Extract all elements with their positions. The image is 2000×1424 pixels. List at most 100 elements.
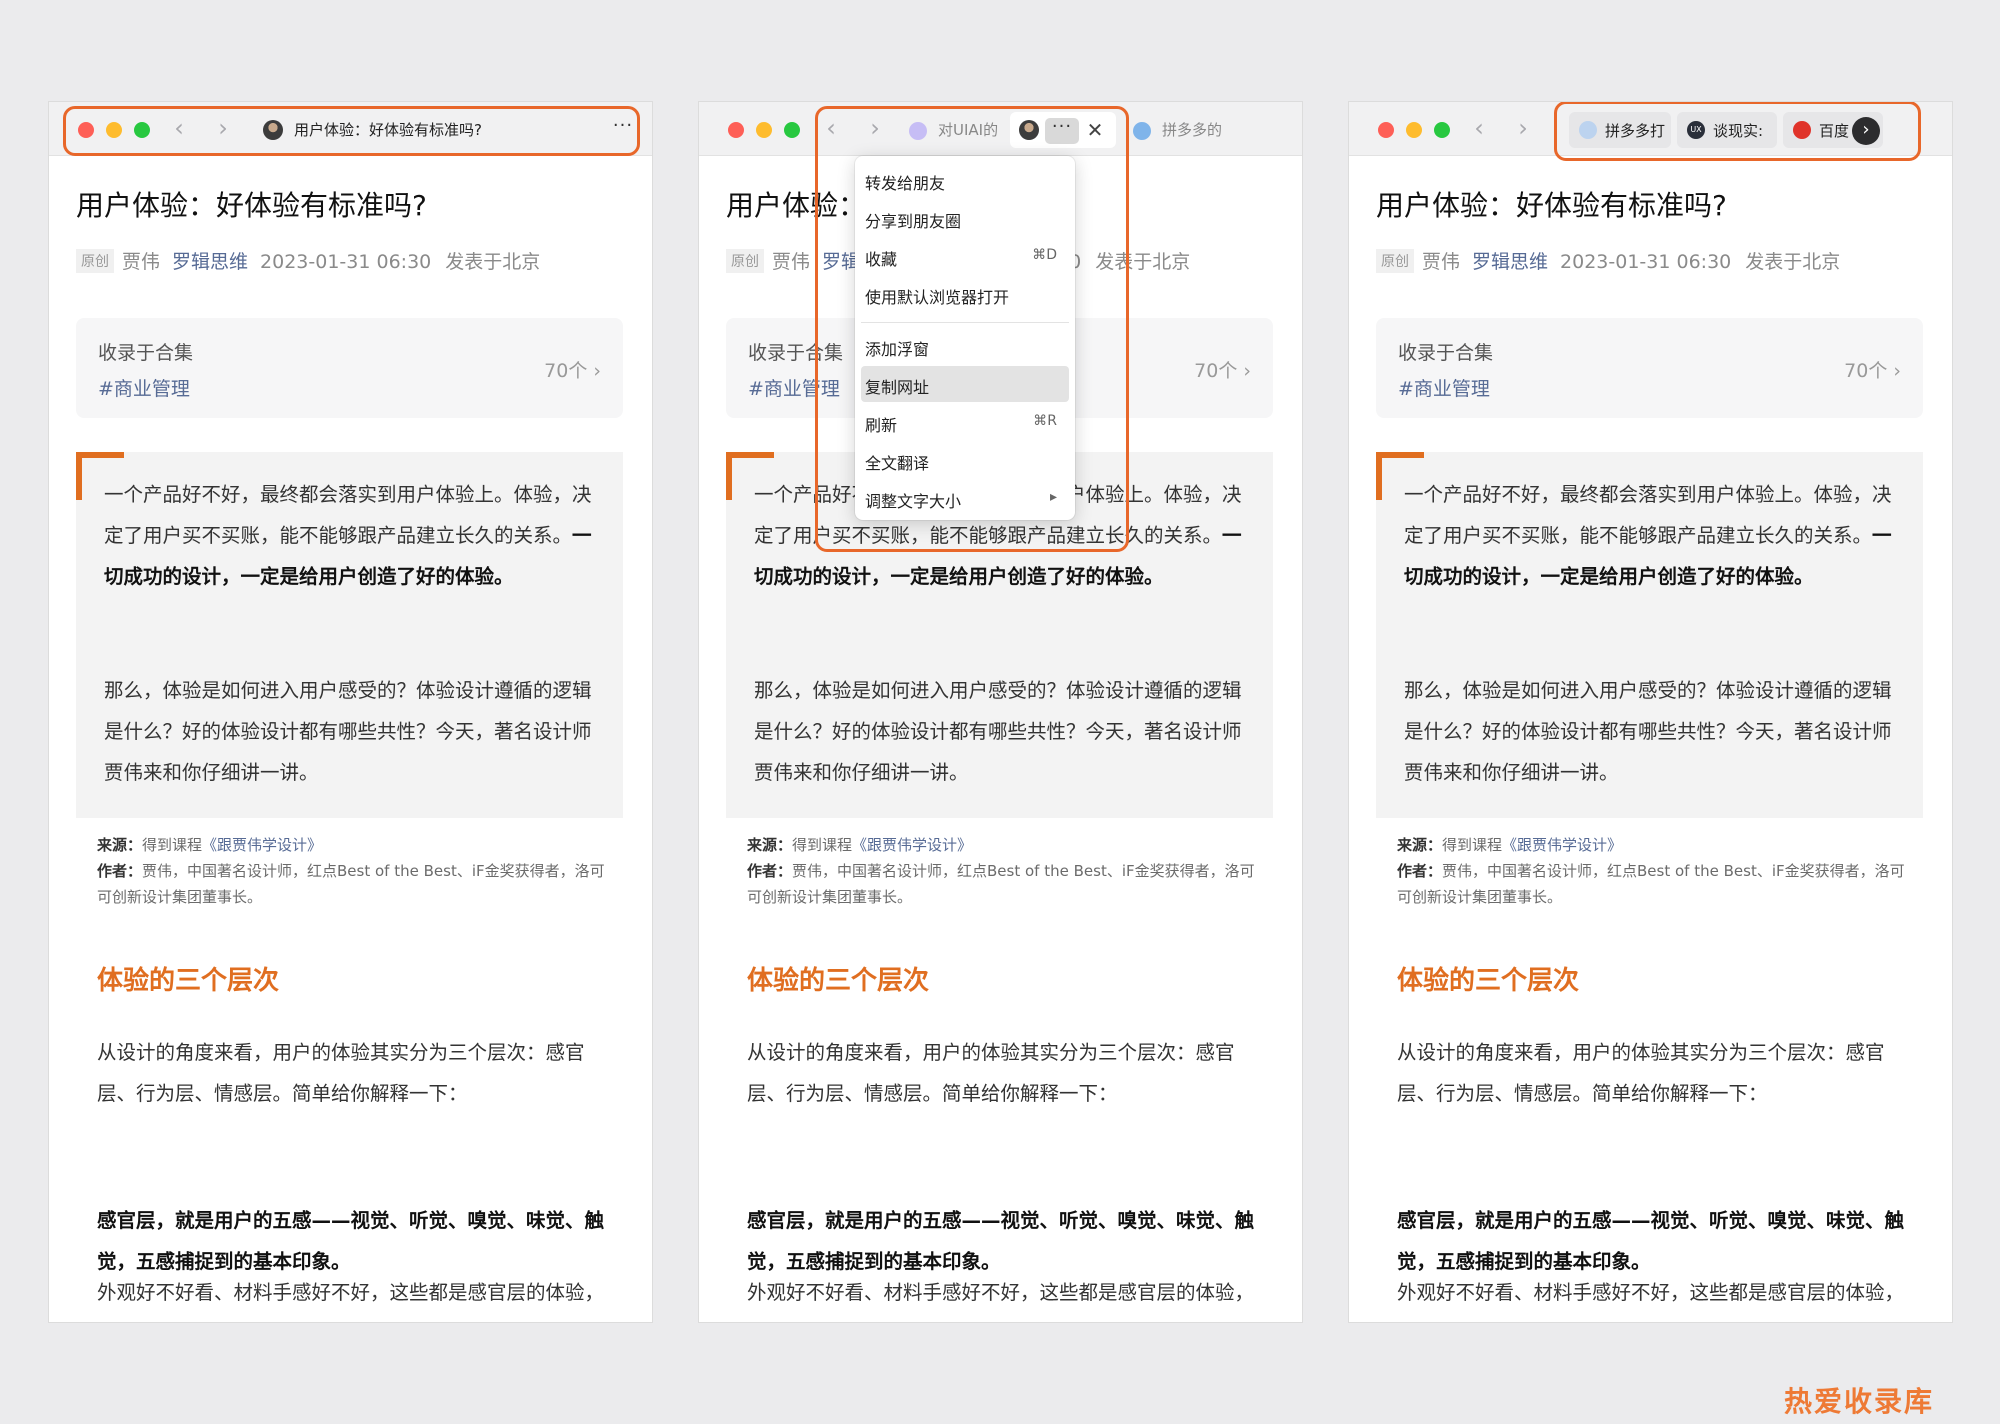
close-window-button[interactable] [1378,122,1394,138]
back-arrow-icon[interactable]: ‹ [819,114,843,144]
baidu-favicon-icon [1793,121,1811,139]
title-bar: ‹ › 对UIAI的 ··· ✕ 拼多多的 [699,102,1302,156]
title-bar: ‹ › 用户体验：好体验有标准吗? ··· [49,102,652,156]
more-menu-button[interactable]: ··· [609,116,637,142]
menu-item-refresh[interactable]: 刷新 ⌘R [861,404,1069,440]
article-meta: 原创贾伟罗辑思维 2023-01-31 06:30 发表于北京 [76,247,540,274]
body-paragraph: 感官层，就是用户的五感——视觉、听觉、嗅觉、味觉、触觉，五感捕捉到的基本印象。 [747,1209,1255,1273]
section-heading: 体验的三个层次 [97,966,280,996]
source-note: 来源：得到课程《跟贾伟学设计》 作者：贾伟，中国著名设计师，红点Best of … [747,836,1255,906]
quote-paragraph: 一个产品好不好，最终都会落实到用户体验上。体验，决定了用户买不买账，能不能够跟产… [104,483,592,588]
tab-more-icon[interactable]: ··· [1048,117,1076,143]
menu-separator [861,322,1069,323]
body-paragraph: 感官层，就是用户的五感——视觉、听觉、嗅觉、味觉、触觉，五感捕捉到的基本印象。 [97,1209,605,1273]
browser-window-tabs: ‹ › 拼多多打 UX 谈现实: 百度 › 用户体验：好体验有标准吗? 原创 贾伟… [1349,102,1952,1322]
collection-label: 收录于合集 [98,342,194,364]
section-heading: 体验的三个层次 [747,966,930,996]
section-heading: 体验的三个层次 [1397,966,1580,996]
tab-avatar-icon [1019,120,1039,140]
close-window-button[interactable] [78,122,94,138]
minimize-window-button[interactable] [106,122,122,138]
tab-title[interactable]: 对UIAI的 [938,119,1004,140]
menu-item-font-size[interactable]: 调整文字大小 ▸ [861,480,1069,516]
collection-count[interactable]: 70个 › [1194,356,1251,383]
collection-tag[interactable]: #商业管理 [98,374,190,401]
source-note: 来源：得到课程《跟贾伟学设计》 作者：贾伟，中国著名设计师，红点Best of … [1397,836,1905,906]
quote-paragraph: 一个产品好不好，最终都会落实到用户体验上。体验，决定了用户买不买账，能不能够跟产… [1404,483,1892,588]
tab-favicon-icon [1133,122,1151,140]
menu-item-share-moments[interactable]: 分享到朋友圈 [861,200,1069,236]
quote-paragraph: 那么，体验是如何进入用户感受的？体验设计遵循的逻辑是什么？好的体验设计都有哪些共… [754,679,1242,784]
back-arrow-icon[interactable]: ‹ [167,114,191,144]
publish-location: 发表于北京 [445,251,541,273]
intro-quote: 一个产品好不好，最终都会落实到用户体验上。体验，决定了用户买不买账，能不能够跟产… [76,452,623,818]
tab-title: 谈现实: [1713,122,1764,140]
title-bar: ‹ › 拼多多打 UX 谈现实: 百度 › [1349,102,1952,156]
collection-count[interactable]: 70个 › [1844,356,1901,383]
ux-logo-icon: UX [1687,121,1705,139]
collection-card[interactable]: 收录于合集 #商业管理 70个 › [76,318,623,418]
close-window-button[interactable] [728,122,744,138]
original-badge: 原创 [76,249,114,273]
account-link[interactable]: 罗辑思维 [172,251,248,273]
tab-pill[interactable]: UX 谈现实: [1677,112,1777,148]
body-paragraph: 外观好不好看、材料手感好不好，这些都是感官层的体验，这个很好理解，就不多解释了。 [1397,1281,1905,1304]
quote-paragraph: 那么，体验是如何进入用户感受的？体验设计遵循的逻辑是什么？好的体验设计都有哪些共… [1404,679,1892,784]
menu-item-open-default-browser[interactable]: 使用默认浏览器打开 [861,276,1069,312]
menu-item-copy-url[interactable]: 复制网址 [861,366,1069,402]
close-tab-icon[interactable]: ✕ [1084,115,1106,145]
collection-card[interactable]: 收录于合集 #商业管理 70个 › [1376,318,1923,418]
site-watermark: 热爱收录库 [1783,1385,1934,1418]
article-title: 用户体验：好体验有标准吗? [76,189,427,222]
tab-title[interactable]: 拼多多的 [1162,119,1228,140]
browser-window-menu-open: ‹ › 对UIAI的 ··· ✕ 拼多多的 用户体验：好体验有标准吗? 原创贾伟… [699,102,1302,1322]
tab-pill[interactable]: 拼多多打 [1569,112,1671,148]
collection-count[interactable]: 70个 › [544,356,601,383]
zoom-window-button[interactable] [1434,122,1450,138]
more-options-menu: 转发给朋友 分享到朋友圈 收藏 ⌘D 使用默认浏览器打开 添加浮窗 复制网址 刷新… [855,156,1075,520]
quote-paragraph: 那么，体验是如何进入用户感受的？体验设计遵循的逻辑是什么？好的体验设计都有哪些共… [104,679,592,784]
collection-label: 收录于合集 [748,342,844,364]
body-paragraph: 从设计的角度来看，用户的体验其实分为三个层次：感官层、行为层、情感层。简单给你解… [97,1041,585,1105]
browser-window-default: ‹ › 用户体验：好体验有标准吗? ··· 用户体验：好体验有标准吗? 原创 贾伟… [49,102,652,1322]
minimize-window-button[interactable] [1406,122,1422,138]
publish-date: 2023-01-31 06:30 [1560,251,1732,273]
tab-favicon-icon [909,122,927,140]
back-arrow-icon[interactable]: ‹ [1467,114,1491,144]
minimize-window-button[interactable] [756,122,772,138]
menu-item-add-float[interactable]: 添加浮窗 [861,328,1069,364]
publish-location: 发表于北京 [1745,251,1841,273]
tab-avatar-icon [263,120,283,140]
zoom-window-button[interactable] [784,122,800,138]
author-name: 贾伟 [122,251,161,273]
tab-favicon-icon [1579,121,1597,139]
collection-tag[interactable]: #商业管理 [1398,374,1490,401]
menu-item-favorite[interactable]: 收藏 ⌘D [861,238,1069,274]
forward-arrow-icon[interactable]: › [211,114,235,144]
collection-tag[interactable]: #商业管理 [748,374,840,401]
body-paragraph: 外观好不好看、材料手感好不好，这些都是感官层的体验，这个很好理解，就不多解释了。 [97,1281,605,1304]
forward-arrow-icon[interactable]: › [863,114,887,144]
article-title: 用户体验：好体验有标准吗? [1376,189,1727,222]
publish-location: 发表于北京 [1095,251,1191,273]
body-paragraph: 外观好不好看、材料手感好不好，这些都是感官层的体验，这个很好理解，就不多解释了。 [747,1281,1255,1304]
tab-title[interactable]: 用户体验：好体验有标准吗? [294,119,574,140]
zoom-window-button[interactable] [134,122,150,138]
scroll-tabs-right-button[interactable]: › [1852,117,1880,145]
publish-date: 2023-01-31 06:30 [260,251,432,273]
body-paragraph: 从设计的角度来看，用户的体验其实分为三个层次：感官层、行为层、情感层。简单给你解… [747,1041,1235,1105]
author-name: 贾伟 [772,251,811,273]
body-paragraph: 感官层，就是用户的五感——视觉、听觉、嗅觉、味觉、触觉，五感捕捉到的基本印象。 [1397,1209,1905,1273]
intro-quote: 一个产品好不好，最终都会落实到用户体验上。体验，决定了用户买不买账，能不能够跟产… [1376,452,1923,818]
collection-label: 收录于合集 [1398,342,1494,364]
menu-item-forward[interactable]: 转发给朋友 [861,162,1069,198]
account-link[interactable]: 罗辑思维 [1472,251,1548,273]
original-badge: 原创 [1376,249,1414,273]
tab-title: 拼多多打 [1605,122,1666,140]
body-paragraph: 从设计的角度来看，用户的体验其实分为三个层次：感官层、行为层、情感层。简单给你解… [1397,1041,1885,1105]
menu-item-translate[interactable]: 全文翻译 [861,442,1069,478]
article-meta: 原创贾伟罗辑思维 2023-01-31 06:30 发表于北京 [1376,247,1840,274]
forward-arrow-icon[interactable]: › [1511,114,1535,144]
author-name: 贾伟 [1422,251,1461,273]
original-badge: 原创 [726,249,764,273]
